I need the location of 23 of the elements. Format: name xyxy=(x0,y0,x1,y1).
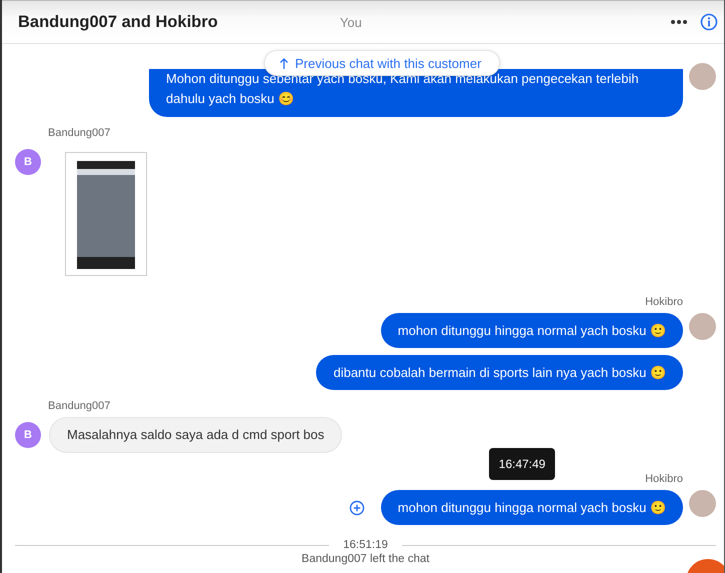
message-bubble: mohon ditunggu hingga normal yach bosku 🙂 xyxy=(380,490,683,525)
avatar-photo xyxy=(689,63,716,90)
timestamp-tooltip: 16:47:49 xyxy=(488,448,556,480)
previous-chat-button[interactable]: Previous chat with this customer xyxy=(264,50,500,76)
message-bubble: mohon ditunggu hingga normal yach bosku 🙂 xyxy=(380,313,683,348)
sender-name: Bandung007 xyxy=(48,127,112,139)
chat-title: Bandung007 and Hokibro xyxy=(18,12,218,32)
message-bubble: Masalahnya saldo saya ada d cmd sport bos xyxy=(49,417,342,453)
event-time: 16:51:19 xyxy=(343,539,388,551)
add-icon[interactable] xyxy=(348,500,365,516)
image-attachment[interactable] xyxy=(65,152,147,276)
avatar: B xyxy=(15,149,41,175)
sender-name: Hokibro xyxy=(645,473,683,485)
message-bubble: dibantu cobalah bermain di sports lain nya yach bosku 🙂 xyxy=(316,355,683,390)
arrow-up-icon[interactable] xyxy=(279,56,289,70)
avatar: B xyxy=(15,422,41,448)
avatar-photo xyxy=(689,490,716,517)
avatar-photo xyxy=(689,313,716,340)
info-icon[interactable] xyxy=(700,13,718,31)
system-message: Bandung007 left the chat xyxy=(300,553,430,565)
sender-name: Bandung007 xyxy=(48,400,112,412)
you-label: You xyxy=(340,14,362,30)
sender-name: Hokibro xyxy=(645,296,683,308)
